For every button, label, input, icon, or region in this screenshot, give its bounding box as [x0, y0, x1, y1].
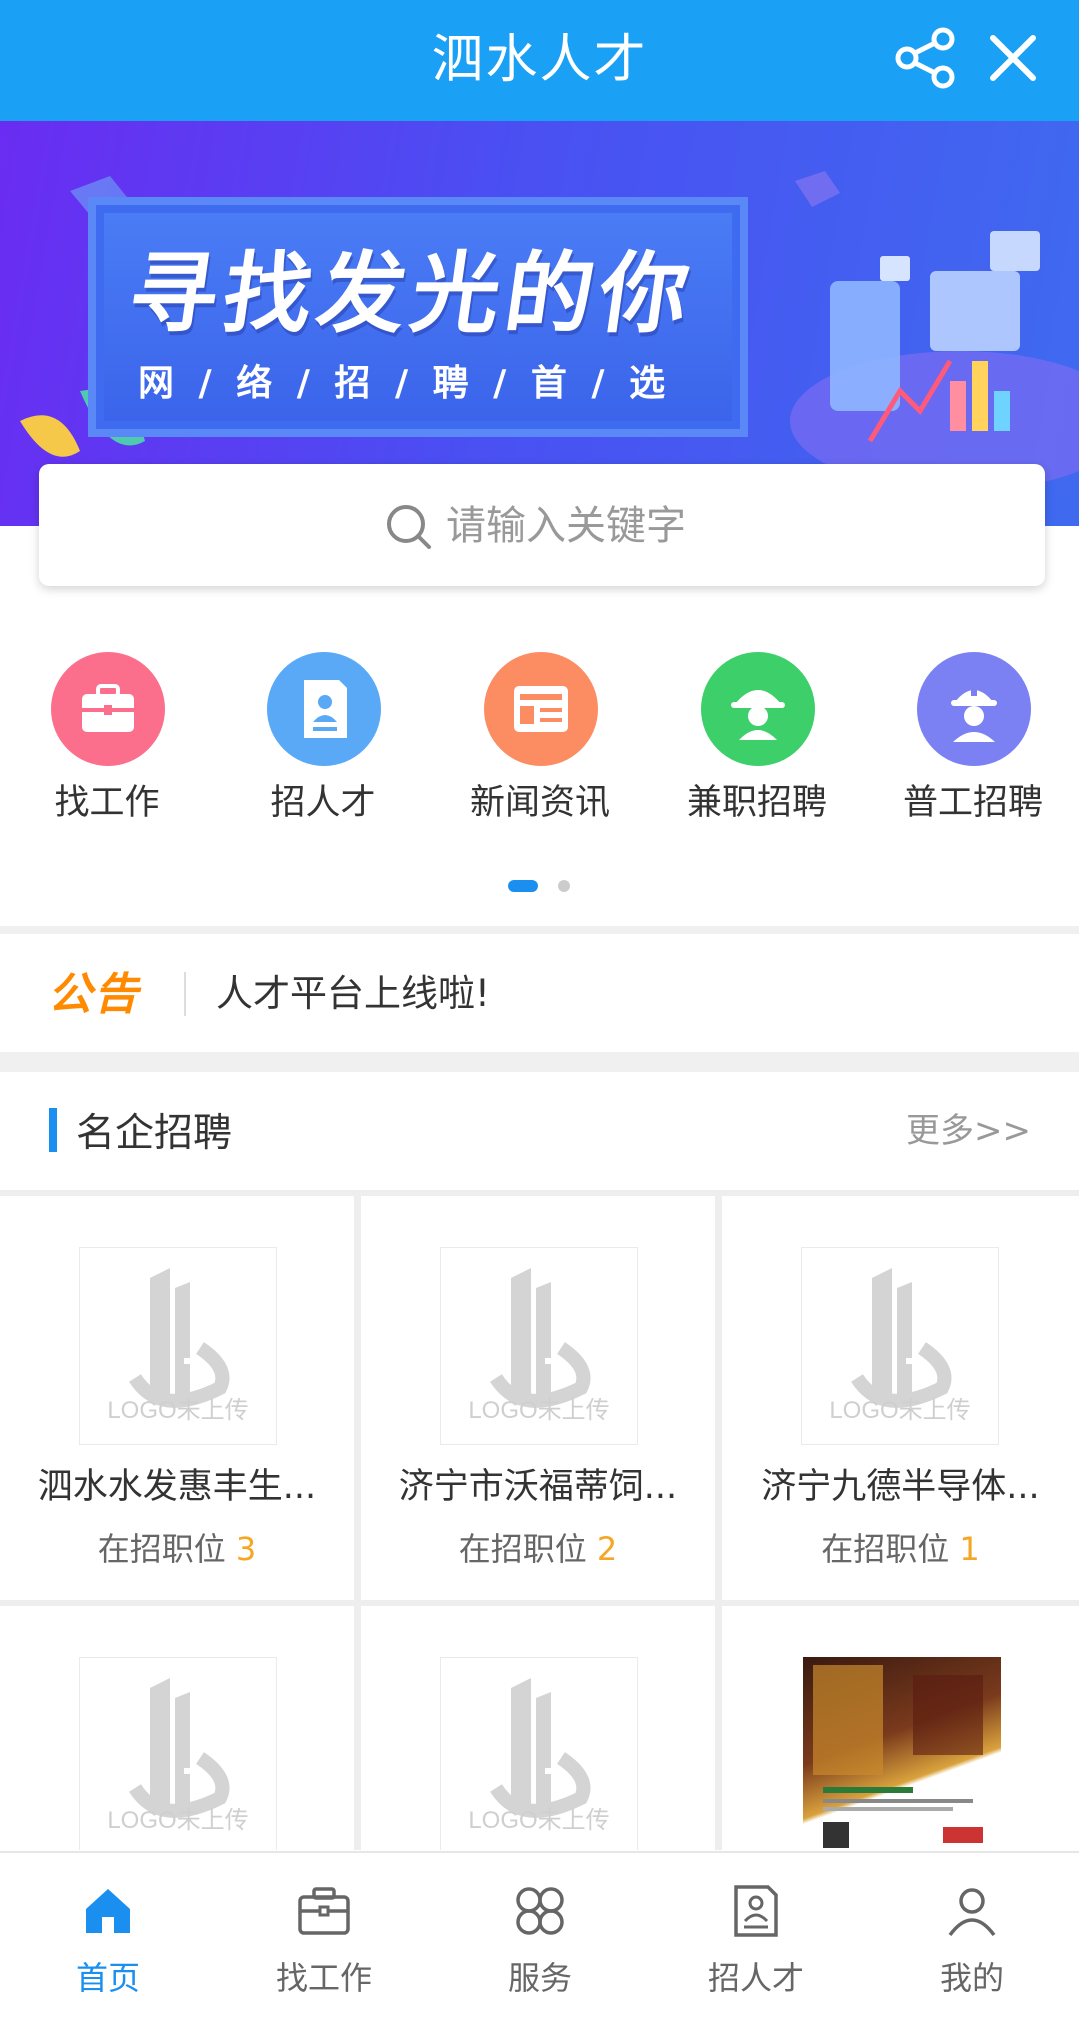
section-title: 名企招聘: [76, 1111, 233, 1156]
poster-art: [813, 1665, 983, 1848]
nav-circle: [267, 652, 381, 766]
company-name: 济宁市沃福蒂饲...: [398, 1467, 678, 1507]
share-icon[interactable]: [893, 25, 959, 91]
nav-general-worker[interactable]: 普工招聘: [873, 652, 1073, 842]
company-grid: LOGO未上传 泗水水发惠丰生... 在招职位 3 LOGO未上传 济宁市沃福蒂…: [0, 1190, 1079, 1850]
nav-label: 招人才: [270, 783, 376, 823]
svg-text:LOGO未上传: LOGO未上传: [107, 1397, 248, 1424]
notice-separator: [184, 972, 186, 1016]
company-logo: LOGO未上传: [440, 1657, 638, 1850]
nav-part-time[interactable]: 兼职招聘: [657, 652, 857, 842]
building-logo-icon: LOGO未上传: [107, 1268, 249, 1424]
svg-text:LOGO未上传: LOGO未上传: [829, 1397, 970, 1424]
search-placeholder: 请输入关键字: [446, 503, 686, 549]
divider: [0, 1052, 1079, 1072]
banner-subline: 网 / 络 / 招 / 聘 / 首 / 选: [138, 363, 672, 404]
nav-label: 找工作: [54, 783, 160, 823]
open-positions: 在招职位 3: [97, 1530, 257, 1568]
company-name: 济宁九德半导体...: [761, 1467, 1040, 1507]
tab-service[interactable]: 服务: [432, 1853, 648, 2029]
notice-text[interactable]: 人才平台上线啦!: [216, 966, 490, 1022]
nav-label: 新闻资讯: [469, 783, 610, 823]
tab-label: 首页: [75, 1959, 140, 1997]
nav-label: 兼职招聘: [686, 783, 827, 823]
nav-news[interactable]: 新闻资讯: [440, 652, 640, 842]
tab-label: 服务: [507, 1959, 572, 1997]
tab-find-job[interactable]: 找工作: [216, 1853, 432, 2029]
positions-count: 3: [235, 1530, 257, 1568]
open-positions: 在招职位 1: [821, 1530, 980, 1568]
hardhat-worker-icon: [951, 682, 997, 742]
company-card[interactable]: LOGO未上传 济宁九德半导体... 在招职位 1: [722, 1196, 1079, 1600]
open-positions: 在招职位 2: [458, 1530, 618, 1568]
company-card[interactable]: [722, 1606, 1079, 1850]
divider: [0, 926, 1079, 934]
section-accent-bar: [49, 1108, 57, 1152]
home-icon: [86, 1889, 130, 1933]
service-grid-icon: [516, 1887, 564, 1935]
company-card[interactable]: LOGO未上传 泗水水发惠丰生... 在招职位 3: [0, 1196, 354, 1600]
building-logo-icon: LOGO未上传: [829, 1268, 971, 1424]
building-logo-icon: LOGO未上传: [107, 1678, 249, 1834]
nav-circle: [917, 652, 1031, 766]
svg-text:LOGO未上传: LOGO未上传: [468, 1807, 609, 1834]
more-link[interactable]: 更多>>: [906, 1104, 1031, 1158]
nav-circle: [484, 652, 598, 766]
svg-text:LOGO未上传: LOGO未上传: [468, 1397, 609, 1424]
bottom-tab-bar: 首页 找工作 服务 招人才 我的: [0, 1851, 1079, 2029]
notice-badge: 公告: [48, 969, 140, 1020]
search-icon: [387, 505, 431, 549]
company-logo: LOGO未上传: [79, 1247, 277, 1445]
carousel-dot-active[interactable]: [508, 880, 538, 892]
building-logo-icon: LOGO未上传: [468, 1268, 610, 1424]
briefcase-icon: [82, 684, 134, 732]
tab-label: 我的: [939, 1959, 1004, 1997]
resume-icon: [304, 680, 347, 738]
company-logo: LOGO未上传: [79, 1657, 277, 1850]
tab-home[interactable]: 首页: [0, 1853, 216, 2029]
worker-cap-icon: [731, 690, 785, 740]
company-logo: LOGO未上传: [440, 1247, 638, 1445]
company-poster-image: [803, 1657, 1001, 1850]
company-card[interactable]: LOGO未上传: [361, 1606, 715, 1850]
tab-label: 找工作: [275, 1959, 372, 1997]
positions-count: 1: [959, 1530, 980, 1568]
svg-text:LOGO未上传: LOGO未上传: [107, 1807, 248, 1834]
tab-hire-talent[interactable]: 招人才: [648, 1853, 864, 2029]
carousel-dot[interactable]: [558, 880, 570, 892]
news-icon: [514, 686, 568, 732]
nav-circle: [51, 652, 165, 766]
banner-headline: 寻找发光的你: [122, 242, 702, 345]
briefcase-icon: [298, 1887, 350, 1935]
company-logo: LOGO未上传: [801, 1247, 999, 1445]
resume-icon: [734, 1885, 778, 1937]
nav-hire-talent[interactable]: 招人才: [223, 652, 423, 842]
close-icon[interactable]: [985, 30, 1041, 86]
app-header: 泗水人才: [0, 0, 1079, 121]
positions-count: 2: [596, 1530, 618, 1568]
company-card[interactable]: LOGO未上传 济宁市沃福蒂饲... 在招职位 2: [361, 1196, 715, 1600]
user-icon: [948, 1888, 996, 1937]
nav-label: 普工招聘: [902, 783, 1043, 823]
tab-mine[interactable]: 我的: [864, 1853, 1079, 2029]
nav-find-job[interactable]: 找工作: [7, 652, 207, 842]
building-logo-icon: LOGO未上传: [468, 1678, 610, 1834]
tab-label: 招人才: [707, 1959, 804, 1997]
company-card[interactable]: LOGO未上传: [0, 1606, 354, 1850]
nav-circle: [701, 652, 815, 766]
company-name: 泗水水发惠丰生...: [37, 1467, 317, 1507]
